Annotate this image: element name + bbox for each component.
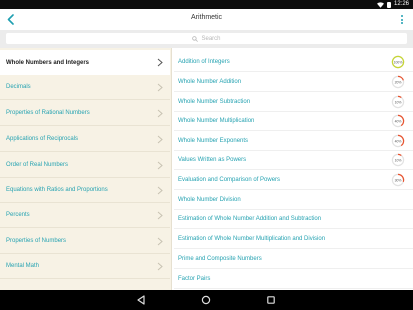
category-item-percents[interactable]: Percents xyxy=(0,203,170,228)
chevron-right-icon xyxy=(157,237,163,246)
topic-item-whole-number-exponents[interactable]: Whole Number Exponents 40% xyxy=(174,131,413,151)
chevron-right-icon xyxy=(157,83,163,92)
progress-badge: 40% xyxy=(391,134,405,148)
progress-badge: 20% xyxy=(391,75,405,89)
progress-percent: 40% xyxy=(395,119,402,123)
category-item-properties-of-rational-numbers[interactable]: Properties of Rational Numbers xyxy=(0,101,170,126)
status-icons: 12:26 xyxy=(376,0,409,9)
chevron-right-icon xyxy=(157,58,163,67)
category-item-applications-of-reciprocals[interactable]: Applications of Reciprocals xyxy=(0,127,170,152)
topic-item-whole-number-addition[interactable]: Whole Number Addition 20% xyxy=(174,72,413,92)
topic-item-estimation-multiplication-division[interactable]: Estimation of Whole Number Multiplicatio… xyxy=(174,229,413,249)
chevron-right-icon xyxy=(157,109,163,118)
nav-back-icon[interactable] xyxy=(136,295,146,305)
category-item-properties-of-numbers[interactable]: Properties of Numbers xyxy=(0,229,170,254)
progress-badge: 100% xyxy=(391,55,405,69)
topic-item-estimation-addition-subtraction[interactable]: Estimation of Whole Number Addition and … xyxy=(174,209,413,229)
battery-icon xyxy=(386,1,391,8)
progress-percent: 10% xyxy=(395,100,402,104)
category-label: Applications of Reciprocals xyxy=(6,136,79,142)
category-label: Properties of Rational Numbers xyxy=(6,110,90,116)
category-item-mental-math[interactable]: Mental Math xyxy=(0,254,170,279)
topic-label: Estimation of Whole Number Multiplicatio… xyxy=(178,235,326,242)
category-item-partial xyxy=(0,280,170,290)
topic-item-prime-and-composite-numbers[interactable]: Prime and Composite Numbers xyxy=(174,249,413,269)
overflow-menu-icon[interactable] xyxy=(399,13,405,26)
progress-percent: 100% xyxy=(394,60,403,64)
chevron-right-icon xyxy=(157,262,163,271)
navigation-bar xyxy=(0,290,413,310)
category-item-whole-numbers-and-integers[interactable]: Whole Numbers and Integers xyxy=(0,50,170,75)
topic-label: Addition of Integers xyxy=(178,58,230,65)
category-label: Order of Real Numbers xyxy=(6,162,69,168)
category-label: Properties of Numbers xyxy=(6,238,67,244)
progress-badge: 10% xyxy=(391,95,405,109)
progress-badge: 40% xyxy=(391,114,405,128)
progress-percent: 20% xyxy=(395,80,402,84)
topic-label: Factor Pairs xyxy=(178,275,211,282)
status-time: 12:26 xyxy=(393,1,409,7)
topic-item-whole-number-division[interactable]: Whole Number Division xyxy=(174,190,413,210)
progress-badge: 10% xyxy=(391,153,405,167)
wifi-icon xyxy=(376,1,384,8)
topic-item-values-written-as-powers[interactable]: Values Written as Powers 10% xyxy=(174,150,413,170)
page-title: Arithmetic xyxy=(190,14,223,21)
category-item-equations-with-ratios-and-proportions[interactable]: Equations with Ratios and Proportions xyxy=(0,178,170,203)
chevron-right-icon xyxy=(157,135,163,144)
chevron-right-icon xyxy=(157,211,163,220)
topic-label: Whole Number Exponents xyxy=(178,137,249,144)
progress-percent: 40% xyxy=(395,139,402,143)
category-item-order-of-real-numbers[interactable]: Order of Real Numbers xyxy=(0,153,170,178)
topic-label: Whole Number Subtraction xyxy=(178,98,251,105)
progress-badge: 30% xyxy=(391,173,405,187)
category-label: Mental Math xyxy=(6,263,40,269)
category-item-decimals[interactable]: Decimals xyxy=(0,75,170,100)
category-label: Percents xyxy=(6,212,30,218)
progress-percent: 30% xyxy=(395,178,402,182)
topic-item-evaluation-and-comparison-of-powers[interactable]: Evaluation and Comparison of Powers 30% xyxy=(174,170,413,190)
topic-label: Evaluation and Comparison of Powers xyxy=(178,176,281,183)
progress-percent: 10% xyxy=(395,158,402,162)
topic-item-factor-pairs[interactable]: Factor Pairs xyxy=(174,269,413,289)
topic-label: Whole Number Multiplication xyxy=(178,117,255,124)
chevron-right-icon xyxy=(157,161,163,170)
topic-label: Estimation of Whole Number Addition and … xyxy=(178,215,322,222)
search-bar: Search xyxy=(0,30,413,48)
topic-label: Whole Number Addition xyxy=(178,78,242,85)
category-label: Equations with Ratios and Proportions xyxy=(6,187,108,193)
topic-list: Addition of Integers 100% Whole Number A… xyxy=(174,48,413,290)
category-label: Whole Numbers and Integers xyxy=(6,59,90,66)
nav-home-icon[interactable] xyxy=(201,295,211,305)
category-list: Whole Numbers and Integers Decimals Prop… xyxy=(0,48,172,290)
app-bar: Arithmetic xyxy=(0,9,413,30)
topic-label: Prime and Composite Numbers xyxy=(178,255,262,262)
category-label: Decimals xyxy=(6,84,31,90)
search-input[interactable]: Search xyxy=(6,33,407,44)
topic-item-whole-number-multiplication[interactable]: Whole Number Multiplication 40% xyxy=(174,111,413,131)
search-icon xyxy=(192,35,199,42)
topic-item-whole-number-subtraction[interactable]: Whole Number Subtraction 10% xyxy=(174,92,413,112)
topic-item-addition-of-integers[interactable]: Addition of Integers 100% xyxy=(174,52,413,72)
search-placeholder: Search xyxy=(201,35,221,42)
chevron-right-icon xyxy=(157,186,163,195)
topic-label: Whole Number Division xyxy=(178,196,241,203)
nav-recents-icon[interactable] xyxy=(266,295,276,305)
status-bar: 12:26 xyxy=(0,0,413,9)
topic-label: Values Written as Powers xyxy=(178,156,247,163)
